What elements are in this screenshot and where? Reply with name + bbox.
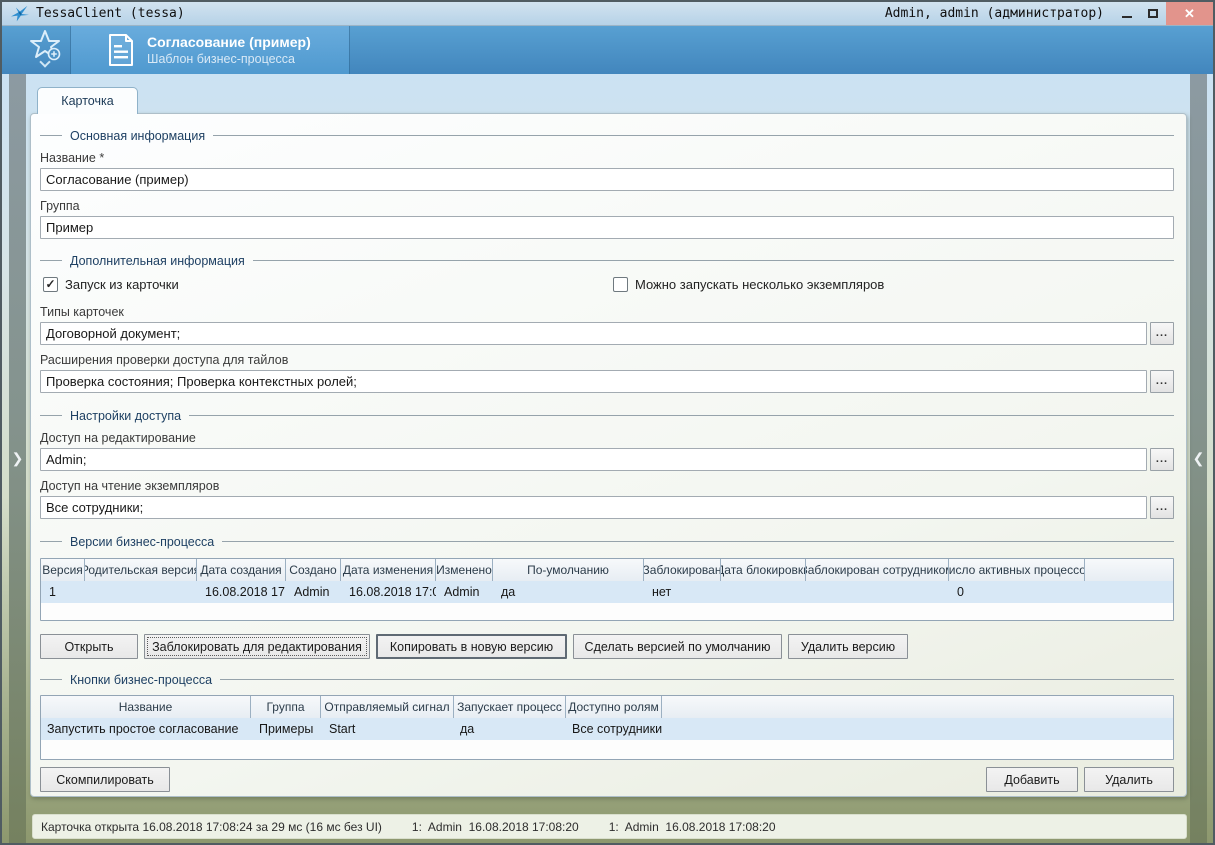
col-is-default[interactable]: По-умолчанию (493, 559, 644, 581)
close-button[interactable]: ✕ (1166, 2, 1213, 25)
col-available-roles[interactable]: Доступно ролям (566, 696, 662, 718)
read-access-label: Доступ на чтение экземпляров (40, 479, 1174, 494)
process-buttons-header: Название Группа Отправляемый сигнал Запу… (41, 696, 1173, 718)
content-area: ❯ ❮ Карточка Основная информация Названи… (2, 74, 1213, 843)
process-button-row-selected[interactable]: Запустить простое согласование Примеры S… (41, 718, 1173, 740)
version-row-selected[interactable]: 1 16.08.2018 17:08 Admin 16.08.2018 17:0… (41, 581, 1173, 603)
minimize-icon (1122, 16, 1132, 18)
multiple-instances-label: Можно запускать несколько экземпляров (635, 277, 884, 292)
section-main-info: Основная информация (40, 128, 1174, 143)
card-types-input[interactable] (40, 322, 1147, 345)
col-button-name[interactable]: Название (41, 696, 251, 718)
name-input[interactable] (40, 168, 1174, 191)
col-lock-date[interactable]: Дата блокировки (721, 559, 806, 581)
card-form: Основная информация Название * Группа До… (30, 113, 1187, 797)
status-modified: 1: Admin 16.08.2018 17:08:20 (609, 820, 776, 834)
maximize-icon (1148, 9, 1158, 18)
tile-access-picker-button[interactable]: ... (1150, 370, 1174, 393)
col-created-by[interactable]: Создано (286, 559, 341, 581)
launch-from-card-checkbox[interactable]: ✓ Запуск из карточки (43, 277, 179, 292)
name-label: Название * (40, 151, 1174, 166)
edit-access-label: Доступ на редактирование (40, 431, 1174, 446)
col-is-locked[interactable]: Заблокирован (644, 559, 721, 581)
versions-table: Версия Родительская версия Дата создания… (40, 558, 1174, 621)
process-buttons-table: Название Группа Отправляемый сигнал Запу… (40, 695, 1174, 760)
col-locked-by[interactable]: Заблокирован сотрудником (806, 559, 949, 581)
lock-for-edit-button[interactable]: Заблокировать для редактирования (144, 634, 370, 659)
section-process-buttons-title: Кнопки бизнес-процесса (70, 673, 212, 687)
open-version-button[interactable]: Открыть (40, 634, 138, 659)
status-bar: Карточка открыта 16.08.2018 17:08:24 за … (32, 814, 1187, 839)
right-panel-expander[interactable]: ❮ (1190, 74, 1207, 843)
col-starts-process[interactable]: Запускает процесс (454, 696, 566, 718)
col-version[interactable]: Версия (41, 559, 85, 581)
maximize-button[interactable] (1140, 2, 1166, 25)
col-created-date[interactable]: Дата создания (197, 559, 286, 581)
col-modified-by[interactable]: Изменено (436, 559, 493, 581)
required-mark: * (99, 151, 104, 165)
card-title: Согласование (пример) (147, 33, 311, 51)
status-created: 1: Admin 16.08.2018 17:08:20 (412, 820, 579, 834)
card-types-label: Типы карточек (40, 305, 1174, 320)
versions-table-header: Версия Родительская версия Дата создания… (41, 559, 1173, 581)
copy-to-new-version-button[interactable]: Копировать в новую версию (376, 634, 567, 659)
app-window: TessaClient (tessa) Admin, admin (админи… (0, 0, 1215, 845)
section-additional-info: Дополнительная информация (40, 253, 1174, 268)
current-user-label: Admin, admin (администратор) (885, 6, 1104, 21)
favorites-button[interactable] (22, 28, 68, 72)
chevron-down-icon (41, 58, 49, 66)
status-opened: Карточка открыта 16.08.2018 17:08:24 за … (41, 820, 382, 834)
col-button-group[interactable]: Группа (251, 696, 321, 718)
tile-access-input[interactable] (40, 370, 1147, 393)
col-modified-date[interactable]: Дата изменения (341, 559, 436, 581)
section-versions-title: Версии бизнес-процесса (70, 535, 214, 549)
section-access-title: Настройки доступа (70, 409, 181, 423)
col-signal[interactable]: Отправляемый сигнал (321, 696, 454, 718)
left-panel-expander[interactable]: ❯ (9, 74, 26, 843)
add-button[interactable]: Добавить (986, 767, 1078, 792)
expand-right-icon: ❯ (12, 450, 24, 467)
edit-access-input[interactable] (40, 448, 1147, 471)
col-active-processes[interactable]: Число активных процессов (949, 559, 1085, 581)
multiple-instances-checkbox[interactable]: Можно запускать несколько экземпляров (613, 277, 884, 292)
open-card-tab[interactable]: Согласование (пример) Шаблон бизнес-проц… (70, 26, 350, 74)
launch-from-card-label: Запуск из карточки (65, 277, 179, 292)
checkbox-empty-icon (613, 277, 628, 292)
col-parent-version[interactable]: Родительская версия (85, 559, 197, 581)
tab-card[interactable]: Карточка (37, 87, 138, 114)
tile-access-label: Расширения проверки доступа для тайлов (40, 353, 1174, 368)
section-access: Настройки доступа (40, 408, 1174, 423)
section-main-info-title: Основная информация (70, 129, 205, 143)
make-default-version-button[interactable]: Сделать версией по умолчанию (573, 634, 782, 659)
document-icon (107, 33, 135, 67)
delete-version-button[interactable]: Удалить версию (788, 634, 908, 659)
card-types-picker-button[interactable]: ... (1150, 322, 1174, 345)
collapse-left-icon: ❮ (1193, 450, 1205, 467)
window-title: TessaClient (tessa) (36, 6, 185, 21)
title-bar: TessaClient (tessa) Admin, admin (админи… (2, 2, 1213, 26)
delete-button[interactable]: Удалить (1084, 767, 1174, 792)
section-process-buttons: Кнопки бизнес-процесса (40, 672, 1174, 687)
edit-access-picker-button[interactable]: ... (1150, 448, 1174, 471)
section-additional-info-title: Дополнительная информация (70, 254, 245, 268)
card-subtitle: Шаблон бизнес-процесса (147, 51, 311, 67)
tessa-logo-icon (10, 5, 30, 23)
group-label: Группа (40, 199, 1174, 214)
compile-button[interactable]: Скомпилировать (40, 767, 170, 792)
main-toolbar: Согласование (пример) Шаблон бизнес-проц… (2, 26, 1213, 74)
section-versions: Версии бизнес-процесса (40, 534, 1174, 549)
group-input[interactable] (40, 216, 1174, 239)
read-access-picker-button[interactable]: ... (1150, 496, 1174, 519)
minimize-button[interactable] (1114, 2, 1140, 25)
read-access-input[interactable] (40, 496, 1147, 519)
checkbox-check-icon: ✓ (43, 277, 58, 292)
